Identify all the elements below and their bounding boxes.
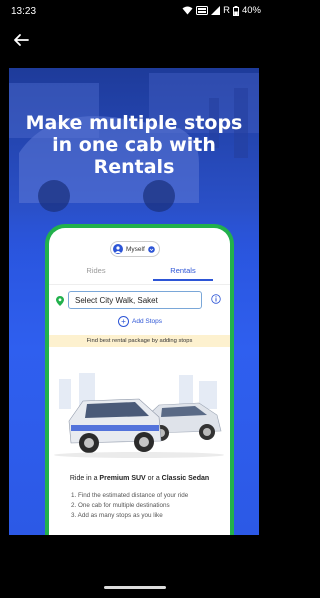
profile-selector: Myself — [110, 241, 160, 257]
plus-icon: + — [118, 316, 129, 327]
add-stops-button: + Add Stops — [118, 316, 162, 327]
promo-title-line-2: in one cab with — [52, 134, 216, 156]
signal-indicator: R — [223, 5, 230, 16]
status-icons: R 40% — [182, 5, 261, 16]
battery-percent: 40% — [241, 5, 261, 16]
ride-title-premium: Premium SUV — [99, 475, 146, 482]
list-item: 3. Add as many stops as you like — [71, 512, 163, 519]
benefits-list: 1. Find the estimated distance of your r… — [71, 491, 188, 521]
promo-title-line-1: Make multiple stops — [25, 112, 243, 134]
divider — [49, 284, 230, 285]
rentals-promo-banner: Make multiple stops in one cab with Rent… — [9, 68, 259, 535]
wifi-icon — [182, 6, 193, 15]
info-icon — [211, 294, 221, 304]
volte-icon — [196, 6, 209, 15]
location-pin-icon — [56, 296, 64, 306]
ride-title-mid: or a — [145, 475, 162, 482]
profile-label: Myself — [126, 245, 145, 253]
status-bar: 13:23 R 40% — [0, 0, 269, 22]
ride-type-tabs: Rides Rentals — [49, 266, 230, 282]
ride-title-prefix: Ride in a — [69, 475, 100, 482]
promo-title-line-3: Rentals — [93, 156, 175, 178]
person-icon — [113, 244, 123, 254]
chevron-down-icon — [147, 245, 155, 253]
tab-rentals: Rentals — [170, 266, 196, 275]
phone-mockup: Myself Rides Rentals Select City Walk, S… — [45, 224, 234, 535]
tab-selected-indicator — [153, 279, 213, 281]
ride-title-sedan: Classic Sedan — [161, 475, 210, 482]
signal-icon — [211, 6, 221, 15]
back-button[interactable] — [11, 30, 31, 50]
home-indicator[interactable] — [104, 586, 166, 589]
rental-tip-banner: Find best rental package by adding stops — [49, 335, 230, 347]
list-item: 1. Find the estimated distance of your r… — [71, 492, 189, 499]
tab-rides: Rides — [86, 266, 106, 275]
ride-options-title: Ride in a Premium SUV or a Classic Sedan — [49, 475, 230, 482]
pickup-location-field: Select City Walk, Saket — [68, 291, 202, 309]
promo-title: Make multiple stops in one cab with Rent… — [9, 112, 259, 178]
list-item: 2. One cab for multiple destinations — [71, 502, 170, 509]
add-stops-label: Add Stops — [132, 318, 162, 325]
cars-illustration — [49, 369, 230, 461]
battery-icon — [232, 5, 239, 16]
arrow-left-icon — [14, 34, 29, 46]
status-time: 13:23 — [11, 6, 37, 17]
